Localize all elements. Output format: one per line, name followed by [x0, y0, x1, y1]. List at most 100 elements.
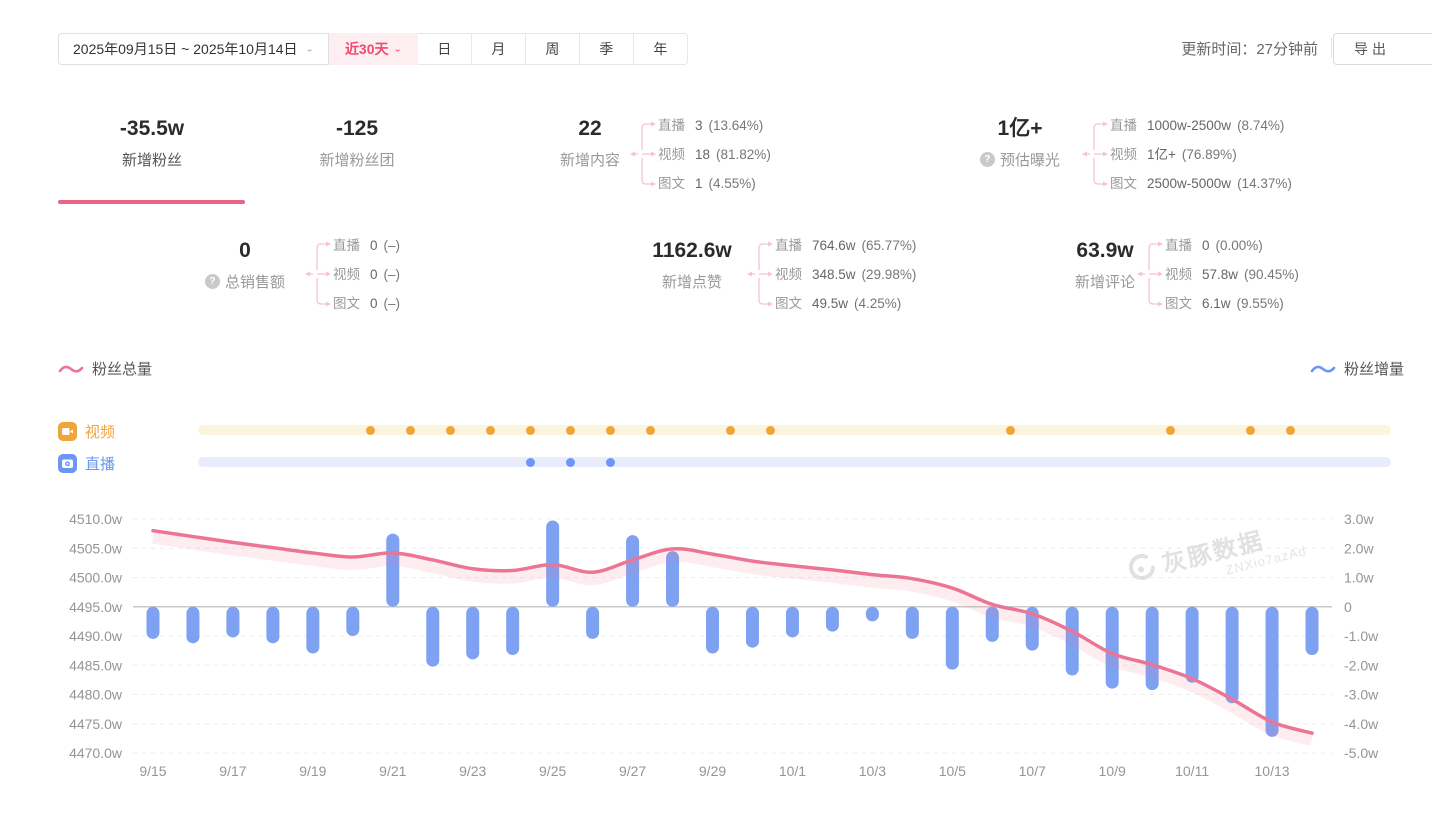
breakdown-pct: (90.45%): [1244, 267, 1299, 282]
stat-card-estimated-exposure[interactable]: 1亿+ ?预估曝光: [940, 116, 1100, 170]
live-marker-dot[interactable]: [606, 458, 615, 467]
video-marker-dot[interactable]: [1246, 426, 1255, 435]
fans-trend-chart[interactable]: 4510.0w3.0w4505.0w2.0w4500.0w1.0w4495.0w…: [0, 498, 1432, 808]
breakdown-value: 1000w-2500w: [1147, 118, 1231, 133]
export-button[interactable]: 导出: [1333, 33, 1432, 65]
fan-increment-bar[interactable]: [746, 607, 759, 648]
help-icon[interactable]: ?: [980, 152, 995, 167]
timeline-row-live: 直播: [58, 453, 115, 473]
x-axis-tick: 10/1: [779, 763, 806, 779]
x-axis-tick: 10/13: [1255, 763, 1290, 779]
legend-fans-total[interactable]: 粉丝总量: [58, 358, 152, 379]
stat-card-total-sales[interactable]: 0 ?总销售额: [165, 238, 325, 292]
breakdown-name: 视频: [658, 147, 685, 162]
legend-label: 粉丝增量: [1344, 358, 1404, 379]
video-marker-dot[interactable]: [486, 426, 495, 435]
breakdown-row: 直播3(13.64%): [658, 111, 771, 140]
breakdown-bracket-icon: [1135, 230, 1165, 318]
video-marker-dot[interactable]: [1006, 426, 1015, 435]
fan-increment-bar[interactable]: [786, 607, 799, 638]
right-axis-tick: 1.0w: [1344, 570, 1374, 586]
stat-label: 预估曝光: [1000, 149, 1060, 170]
fan-increment-bar[interactable]: [1306, 607, 1319, 655]
fan-increment-bar[interactable]: [186, 607, 199, 644]
right-axis-tick: -5.0w: [1344, 745, 1379, 761]
fan-increment-bar[interactable]: [266, 607, 279, 644]
tab-week[interactable]: 周: [526, 33, 580, 65]
fan-increment-bar[interactable]: [946, 607, 959, 670]
quick-range-last30days[interactable]: 近30天 ⌄: [329, 33, 418, 65]
fan-increment-bar[interactable]: [1106, 607, 1119, 689]
video-marker-dot[interactable]: [446, 426, 455, 435]
fan-increment-bar[interactable]: [226, 607, 239, 638]
video-marker-dot[interactable]: [1166, 426, 1175, 435]
breakdown-row: 视频348.5w(29.98%): [775, 260, 916, 289]
breakdown-name: 直播: [658, 118, 685, 133]
stat-label: 新增粉丝团: [263, 149, 451, 170]
stat-label: 新增粉丝: [58, 149, 246, 170]
breakdown-row: 图文1(4.55%): [658, 169, 771, 198]
tab-day[interactable]: 日: [418, 33, 472, 65]
video-marker-dot[interactable]: [526, 426, 535, 435]
chevron-down-icon: ⌄: [394, 45, 402, 54]
fan-increment-bar[interactable]: [706, 607, 719, 654]
video-marker-dot[interactable]: [366, 426, 375, 435]
date-range-selector[interactable]: 2025年09月15日 ~ 2025年10月14日 ⌄: [58, 33, 329, 65]
breakdown-row: 视频57.8w(90.45%): [1165, 260, 1299, 289]
video-marker-dot[interactable]: [606, 426, 615, 435]
fan-increment-bar[interactable]: [866, 607, 879, 622]
fan-increment-bar[interactable]: [506, 607, 519, 655]
tab-quarter[interactable]: 季: [580, 33, 634, 65]
left-axis-tick: 4485.0w: [69, 657, 123, 673]
fan-increment-bar[interactable]: [386, 534, 399, 607]
breakdown-name: 直播: [1110, 118, 1137, 133]
breakdown-pct: (–): [384, 238, 401, 253]
breakdown-total-sales: 直播0(–) 视频0(–) 图文0(–): [303, 230, 400, 318]
fan-increment-bar[interactable]: [346, 607, 359, 636]
video-marker-dot[interactable]: [726, 426, 735, 435]
breakdown-exposure: 直播1000w-2500w(8.74%) 视频1亿+(76.89%) 图文250…: [1080, 110, 1292, 198]
timeline-video-label: 视频: [85, 421, 115, 442]
fan-increment-bar[interactable]: [1266, 607, 1279, 737]
breakdown-pct: (4.25%): [854, 296, 901, 311]
legend-fans-increment[interactable]: 粉丝增量: [1310, 358, 1404, 379]
tab-month[interactable]: 月: [472, 33, 526, 65]
stat-value: -35.5w: [58, 116, 246, 142]
fan-increment-bar[interactable]: [146, 607, 159, 639]
x-axis-tick: 9/23: [459, 763, 486, 779]
live-timeline-track: [198, 457, 1391, 467]
video-marker-dot[interactable]: [1286, 426, 1295, 435]
breakdown-name: 图文: [1165, 296, 1192, 311]
toolbar: 2025年09月15日 ~ 2025年10月14日 ⌄ 近30天 ⌄ 日 月 周…: [58, 33, 688, 65]
breakdown-value: 1亿+: [1147, 147, 1176, 162]
help-icon[interactable]: ?: [205, 274, 220, 289]
breakdown-pct: (13.64%): [709, 118, 764, 133]
fan-increment-bar[interactable]: [826, 607, 839, 632]
video-marker-dot[interactable]: [646, 426, 655, 435]
tab-year[interactable]: 年: [634, 33, 688, 65]
breakdown-pct: (0.00%): [1216, 238, 1263, 253]
breakdown-bracket-icon: [745, 230, 775, 318]
stat-card-new-fans[interactable]: -35.5w 新增粉丝: [58, 116, 246, 170]
live-marker-dot[interactable]: [526, 458, 535, 467]
breakdown-row: 图文0(–): [333, 289, 400, 318]
fan-increment-bar[interactable]: [306, 607, 319, 654]
breakdown-value: 2500w-5000w: [1147, 176, 1231, 191]
fan-increment-bar[interactable]: [586, 607, 599, 639]
period-tabs: 日 月 周 季 年: [418, 33, 688, 65]
video-marker-dot[interactable]: [766, 426, 775, 435]
breakdown-name: 视频: [775, 267, 802, 282]
legend-label: 粉丝总量: [92, 358, 152, 379]
video-marker-dot[interactable]: [406, 426, 415, 435]
fan-increment-bar[interactable]: [1186, 607, 1199, 683]
fan-increment-bar[interactable]: [466, 607, 479, 660]
fan-increment-bar[interactable]: [1226, 607, 1239, 704]
video-marker-dot[interactable]: [566, 426, 575, 435]
left-axis-tick: 4480.0w: [69, 687, 123, 703]
left-axis-tick: 4510.0w: [69, 511, 123, 527]
fan-increment-bar[interactable]: [906, 607, 919, 639]
breakdown-value: 1: [695, 176, 703, 191]
fan-increment-bar[interactable]: [426, 607, 439, 667]
stat-card-new-fanclub[interactable]: -125 新增粉丝团: [263, 116, 451, 170]
live-marker-dot[interactable]: [566, 458, 575, 467]
